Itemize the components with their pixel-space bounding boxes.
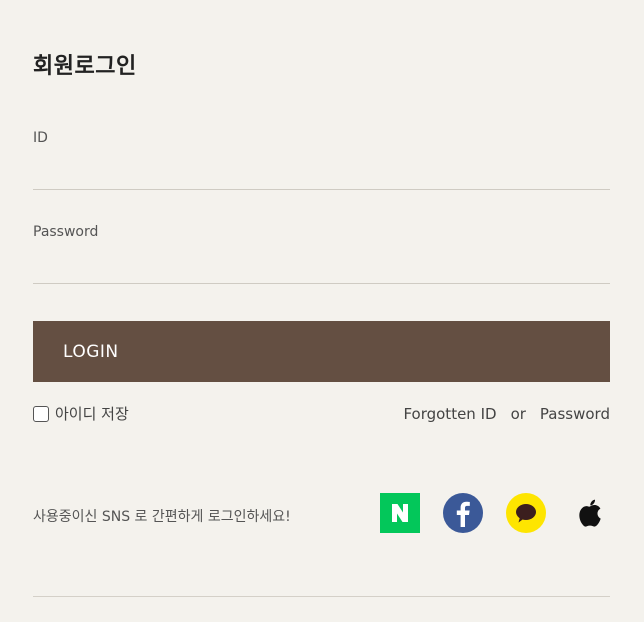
id-label: ID: [33, 130, 48, 146]
save-id-checkbox[interactable]: [33, 405, 49, 422]
forgotten-id-link[interactable]: Forgotten ID: [403, 405, 496, 423]
or-separator: or: [510, 405, 526, 423]
kakao-login-button[interactable]: [506, 493, 546, 533]
password-label: Password: [33, 224, 99, 240]
login-panel: 회원로그인 ID Password LOGIN 아이디 저장 Forgotten…: [33, 0, 610, 622]
sns-login-text: 사용중이신 SNS 로 간편하게 로그인하세요!: [33, 509, 291, 525]
login-button[interactable]: LOGIN: [33, 321, 610, 382]
facebook-icon: [443, 493, 483, 533]
password-input[interactable]: [33, 255, 610, 284]
id-input[interactable]: [33, 161, 610, 190]
bottom-divider: [33, 596, 610, 597]
apple-login-button[interactable]: [570, 493, 610, 533]
kakao-icon: [506, 493, 546, 533]
forgotten-password-link[interactable]: Password: [540, 405, 610, 423]
naver-icon: [380, 493, 420, 533]
naver-login-button[interactable]: [380, 493, 420, 533]
save-id-option[interactable]: 아이디 저장: [33, 403, 129, 424]
apple-icon: [579, 499, 601, 527]
facebook-login-button[interactable]: [443, 493, 483, 533]
save-id-label: 아이디 저장: [55, 405, 129, 423]
page-title: 회원로그인: [33, 54, 137, 79]
account-recovery-links: Forgotten ID or Password: [403, 405, 610, 423]
